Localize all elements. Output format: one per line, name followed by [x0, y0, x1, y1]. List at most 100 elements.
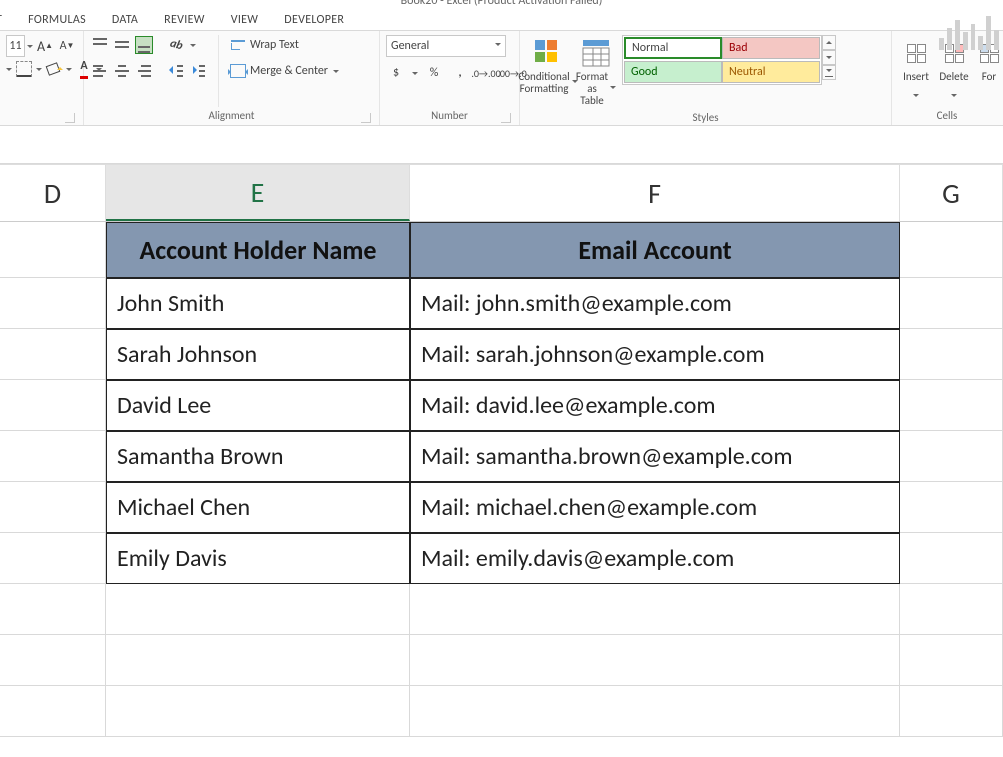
align-top-button[interactable] — [90, 35, 110, 55]
table-row: Michael Chen Mail: michael.chen@example.… — [0, 482, 1003, 533]
style-normal[interactable]: Normal — [624, 37, 722, 59]
cell[interactable] — [106, 635, 410, 686]
gallery-down-button[interactable] — [822, 50, 836, 65]
cell[interactable] — [410, 686, 900, 737]
number-format-select[interactable]: General — [386, 35, 506, 57]
cell-name[interactable]: David Lee — [106, 380, 410, 431]
fill-color-button[interactable] — [44, 59, 64, 79]
tab-developer[interactable]: DEVELOPER — [284, 13, 344, 27]
align-top-icon — [91, 36, 109, 54]
decrease-font-size-button[interactable]: A▼ — [57, 36, 77, 56]
cut-dropdown-icon[interactable] — [6, 59, 12, 79]
tab-formulas[interactable]: FORMULAS — [28, 13, 86, 27]
accounting-format-button[interactable]: $ — [386, 63, 406, 83]
align-center-button[interactable] — [112, 61, 132, 81]
cell[interactable] — [0, 533, 106, 584]
tab-view[interactable]: VIEW — [231, 13, 259, 27]
cell[interactable] — [900, 533, 1003, 584]
accounting-dropdown-icon[interactable] — [412, 63, 418, 83]
cell[interactable] — [900, 482, 1003, 533]
cell[interactable] — [900, 222, 1003, 278]
percent-format-button[interactable]: % — [424, 63, 444, 83]
cell-email[interactable]: Mail: samantha.brown@example.com — [410, 431, 900, 482]
cell-name[interactable]: Michael Chen — [106, 482, 410, 533]
decrease-indent-button[interactable] — [166, 61, 186, 81]
empty-row — [0, 635, 1003, 686]
cell-name[interactable]: Sarah Johnson — [106, 329, 410, 380]
style-bad[interactable]: Bad — [722, 37, 820, 59]
cell-email[interactable]: Mail: sarah.johnson@example.com — [410, 329, 900, 380]
borders-button[interactable] — [14, 59, 34, 79]
font-size-dropdown-icon[interactable] — [27, 36, 33, 56]
wrap-text-button[interactable]: Wrap Text — [229, 35, 300, 55]
cell-name[interactable]: Emily Davis — [106, 533, 410, 584]
col-header-F[interactable]: F — [410, 164, 900, 221]
increase-font-size-button[interactable]: A▲ — [35, 36, 55, 56]
cell[interactable] — [106, 686, 410, 737]
align-bottom-button[interactable] — [134, 35, 154, 55]
tab-t[interactable]: T — [0, 13, 2, 27]
cell[interactable] — [900, 329, 1003, 380]
cell[interactable] — [0, 278, 106, 329]
style-good[interactable]: Good — [624, 61, 722, 83]
cell[interactable] — [900, 686, 1003, 737]
cell[interactable] — [410, 584, 900, 635]
cell[interactable] — [900, 635, 1003, 686]
align-middle-button[interactable] — [112, 35, 132, 55]
col-header-E[interactable]: E — [106, 164, 410, 221]
increase-indent-button[interactable] — [188, 61, 208, 81]
tab-review[interactable]: REVIEW — [164, 13, 205, 27]
style-neutral[interactable]: Neutral — [722, 61, 820, 83]
merge-center-dropdown-icon[interactable] — [331, 61, 341, 81]
cell[interactable] — [106, 584, 410, 635]
cell[interactable] — [0, 584, 106, 635]
borders-dropdown-icon[interactable] — [36, 59, 42, 79]
orientation-dropdown-icon[interactable] — [188, 35, 198, 55]
cell-email[interactable]: Mail: david.lee@example.com — [410, 380, 900, 431]
format-as-table-button[interactable]: Format as Table — [574, 35, 618, 109]
cell-email[interactable]: Mail: john.smith@example.com — [410, 278, 900, 329]
cell-email[interactable]: Mail: emily.davis@example.com — [410, 533, 900, 584]
cell[interactable] — [900, 380, 1003, 431]
orientation-button[interactable]: ab — [166, 35, 186, 55]
cell[interactable] — [0, 635, 106, 686]
header-email[interactable]: Email Account — [410, 222, 900, 278]
merge-center-button[interactable]: Merge & Center — [229, 61, 329, 81]
alignment-dialog-launcher-icon[interactable] — [361, 113, 371, 123]
cell-name[interactable]: John Smith — [106, 278, 410, 329]
cell[interactable] — [0, 222, 106, 278]
col-header-D[interactable]: D — [0, 164, 106, 221]
font-dialog-launcher-icon[interactable] — [65, 113, 75, 123]
cell[interactable] — [900, 278, 1003, 329]
tab-data[interactable]: DATA — [112, 13, 138, 27]
conditional-formatting-button[interactable]: Conditional Formatting — [526, 35, 570, 97]
cell[interactable] — [410, 635, 900, 686]
worksheet-grid[interactable]: Account Holder Name Email Account John S… — [0, 222, 1003, 737]
cell-email[interactable]: Mail: michael.chen@example.com — [410, 482, 900, 533]
align-left-button[interactable] — [90, 61, 110, 81]
fill-color-dropdown-icon[interactable] — [66, 59, 72, 79]
gallery-up-button[interactable] — [822, 35, 836, 50]
cell[interactable] — [0, 380, 106, 431]
ribbon: 11 A▲ A▼ A — [0, 30, 1003, 126]
font-size-input[interactable]: 11 — [6, 35, 25, 57]
gallery-more-button[interactable] — [822, 65, 836, 80]
header-name[interactable]: Account Holder Name — [106, 222, 410, 278]
align-right-button[interactable] — [134, 61, 154, 81]
cell[interactable] — [0, 329, 106, 380]
cell[interactable] — [900, 584, 1003, 635]
cell[interactable] — [0, 482, 106, 533]
ribbon-right-extras — [939, 12, 999, 50]
cell[interactable] — [900, 431, 1003, 482]
number-dialog-launcher-icon[interactable] — [501, 113, 511, 123]
col-header-G[interactable]: G — [900, 164, 1003, 221]
cell[interactable] — [0, 686, 106, 737]
cell[interactable] — [0, 431, 106, 482]
cell-styles-gallery[interactable]: Normal Bad Good Neutral — [622, 35, 822, 85]
cell-name[interactable]: Samantha Brown — [106, 431, 410, 482]
delete-dropdown-icon[interactable] — [949, 85, 959, 105]
increase-decimal-button[interactable]: .0→.00 — [476, 63, 496, 83]
insert-button[interactable]: Insert — [898, 35, 934, 107]
comma-format-button[interactable]: , — [450, 63, 470, 83]
insert-dropdown-icon[interactable] — [911, 85, 921, 105]
